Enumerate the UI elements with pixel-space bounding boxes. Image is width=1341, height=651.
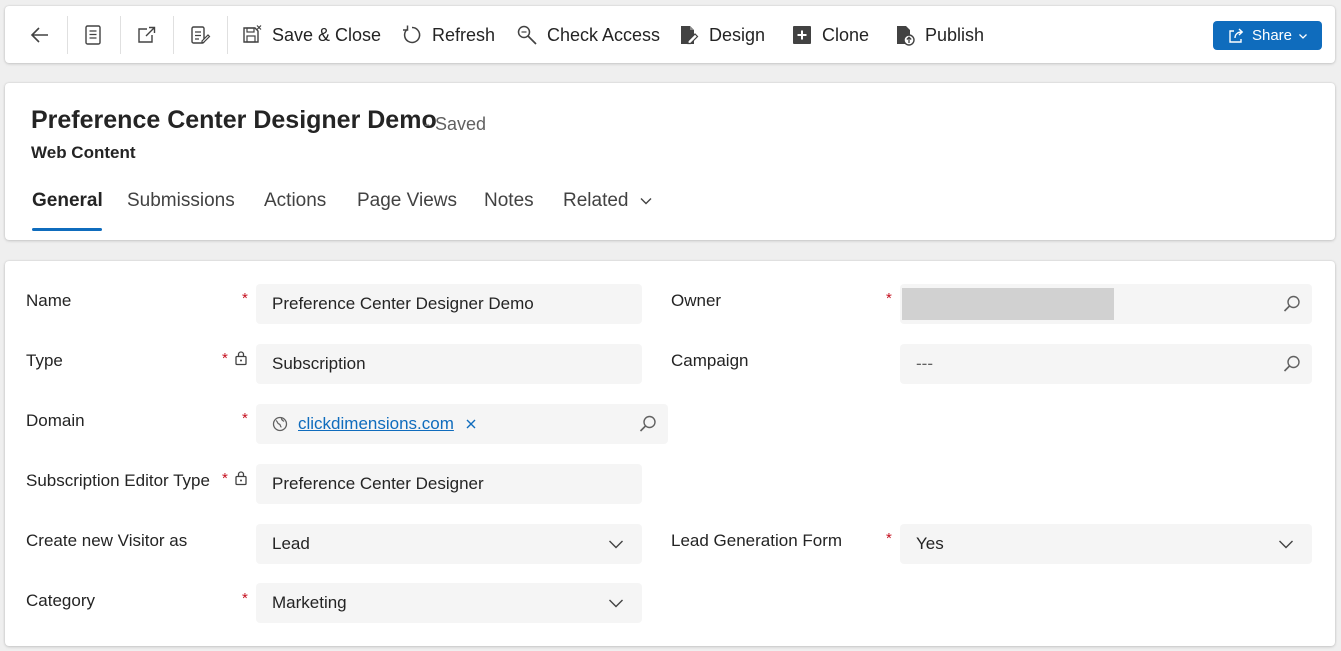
- campaign-label: Campaign: [671, 351, 749, 370]
- tab-page-views[interactable]: Page Views: [357, 190, 457, 212]
- domain-link[interactable]: clickdimensions.com: [298, 414, 454, 434]
- command-bar: Save & Close Refresh Check Access Design…: [5, 6, 1335, 63]
- subscription-editor-type-value: Preference Center Designer: [272, 474, 484, 493]
- name-field[interactable]: Preference Center Designer Demo: [256, 284, 642, 324]
- campaign-lookup[interactable]: ---: [900, 344, 1312, 384]
- search-button[interactable]: [1282, 354, 1302, 374]
- refresh-button[interactable]: Refresh: [401, 20, 495, 50]
- check-access-icon: [517, 25, 537, 45]
- publish-button[interactable]: Publish: [894, 20, 984, 50]
- owner-label: Owner: [671, 291, 722, 310]
- clone-icon: [793, 26, 811, 44]
- active-tab-indicator: [32, 228, 102, 231]
- category-label: Category: [26, 591, 95, 610]
- record-title: Preference Center Designer Demo: [31, 106, 437, 134]
- separator: [227, 16, 228, 54]
- design-icon: [681, 26, 699, 45]
- design-label: Design: [709, 24, 766, 45]
- save-status: - Saved: [424, 114, 487, 134]
- subscription-editor-type-label: Subscription Editor Type: [26, 471, 210, 490]
- create-new-visitor-as-select[interactable]: Lead: [256, 524, 642, 564]
- create-new-visitor-as-value: Lead: [272, 534, 310, 553]
- chevron-down-icon: [1279, 540, 1293, 549]
- save-close-icon: [243, 25, 262, 43]
- save-close-label: Save & Close: [272, 24, 382, 45]
- required-mark: *: [242, 410, 248, 427]
- lead-generation-form-select[interactable]: Yes: [900, 524, 1312, 564]
- back-button[interactable]: [24, 19, 56, 51]
- search-button[interactable]: [1282, 294, 1302, 314]
- chevron-down-icon: [640, 198, 651, 205]
- subscription-editor-type-field[interactable]: Preference Center Designer: [256, 464, 642, 504]
- tab-related-label: Related: [563, 190, 629, 211]
- chevron-down-icon: [1299, 33, 1307, 39]
- open-new-window-button[interactable]: [130, 19, 162, 51]
- tab-general[interactable]: General: [32, 190, 103, 212]
- lead-generation-form-label: Lead Generation Form: [671, 531, 843, 550]
- back-icon: [30, 27, 48, 43]
- required-mark: *: [886, 530, 892, 547]
- lead-generation-form-value: Yes: [916, 534, 944, 553]
- share-label: Share: [1251, 27, 1293, 44]
- type-field[interactable]: Subscription: [256, 344, 642, 384]
- owner-lookup[interactable]: [900, 284, 1312, 324]
- type-value: Subscription: [272, 354, 366, 373]
- share-button[interactable]: Share: [1213, 21, 1322, 50]
- required-mark: *: [886, 290, 892, 307]
- design-button[interactable]: Design: [678, 20, 765, 50]
- clone-button[interactable]: Clone: [791, 20, 869, 50]
- tab-actions[interactable]: Actions: [264, 190, 326, 212]
- lock-icon: [235, 471, 247, 486]
- open-new-window-icon: [138, 26, 156, 43]
- lock-icon: [235, 351, 247, 366]
- form-edit-button[interactable]: [184, 19, 216, 51]
- form-edit-icon: [191, 26, 211, 44]
- name-value: Preference Center Designer Demo: [272, 294, 534, 313]
- separator: [67, 16, 68, 54]
- owner-redacted-value: [902, 288, 1114, 320]
- remove-icon[interactable]: [465, 418, 477, 430]
- save-close-button[interactable]: Save & Close: [241, 20, 381, 50]
- record-set-button[interactable]: [77, 19, 109, 51]
- domain-lookup[interactable]: clickdimensions.com: [256, 404, 668, 444]
- chevron-down-icon: [609, 540, 623, 549]
- record-header: Preference Center Designer Demo - Saved …: [5, 83, 1335, 240]
- category-value: Marketing: [272, 593, 347, 612]
- campaign-value: ---: [916, 354, 933, 373]
- search-button[interactable]: [638, 414, 658, 434]
- globe-icon: [272, 416, 288, 432]
- general-form: Name * Preference Center Designer Demo T…: [5, 261, 1335, 646]
- refresh-icon: [403, 25, 421, 44]
- required-mark: *: [242, 590, 248, 607]
- tab-submissions[interactable]: Submissions: [127, 190, 235, 212]
- share-icon: [1229, 27, 1244, 43]
- separator: [173, 16, 174, 54]
- required-mark: *: [222, 350, 228, 367]
- publish-icon: [897, 26, 915, 46]
- domain-label: Domain: [26, 411, 85, 430]
- chevron-down-icon: [609, 599, 623, 608]
- type-label: Type: [26, 351, 63, 370]
- check-access-button[interactable]: Check Access: [516, 20, 660, 50]
- name-label: Name: [26, 291, 72, 310]
- separator: [120, 16, 121, 54]
- clone-label: Clone: [822, 24, 870, 45]
- domain-tag: clickdimensions.com: [272, 414, 477, 434]
- tab-notes[interactable]: Notes: [484, 190, 534, 212]
- create-new-visitor-as-label: Create new Visitor as: [26, 531, 188, 550]
- check-access-label: Check Access: [547, 24, 661, 45]
- record-set-icon: [85, 25, 101, 45]
- category-select[interactable]: Marketing: [256, 583, 642, 623]
- refresh-label: Refresh: [432, 24, 496, 45]
- search-icon: [639, 415, 656, 432]
- tab-related[interactable]: Related: [563, 190, 653, 212]
- required-mark: *: [242, 290, 248, 307]
- entity-name: Web Content: [31, 143, 136, 162]
- required-mark: *: [222, 470, 228, 487]
- publish-label: Publish: [925, 24, 985, 45]
- search-icon: [1283, 295, 1300, 312]
- search-icon: [1283, 355, 1300, 372]
